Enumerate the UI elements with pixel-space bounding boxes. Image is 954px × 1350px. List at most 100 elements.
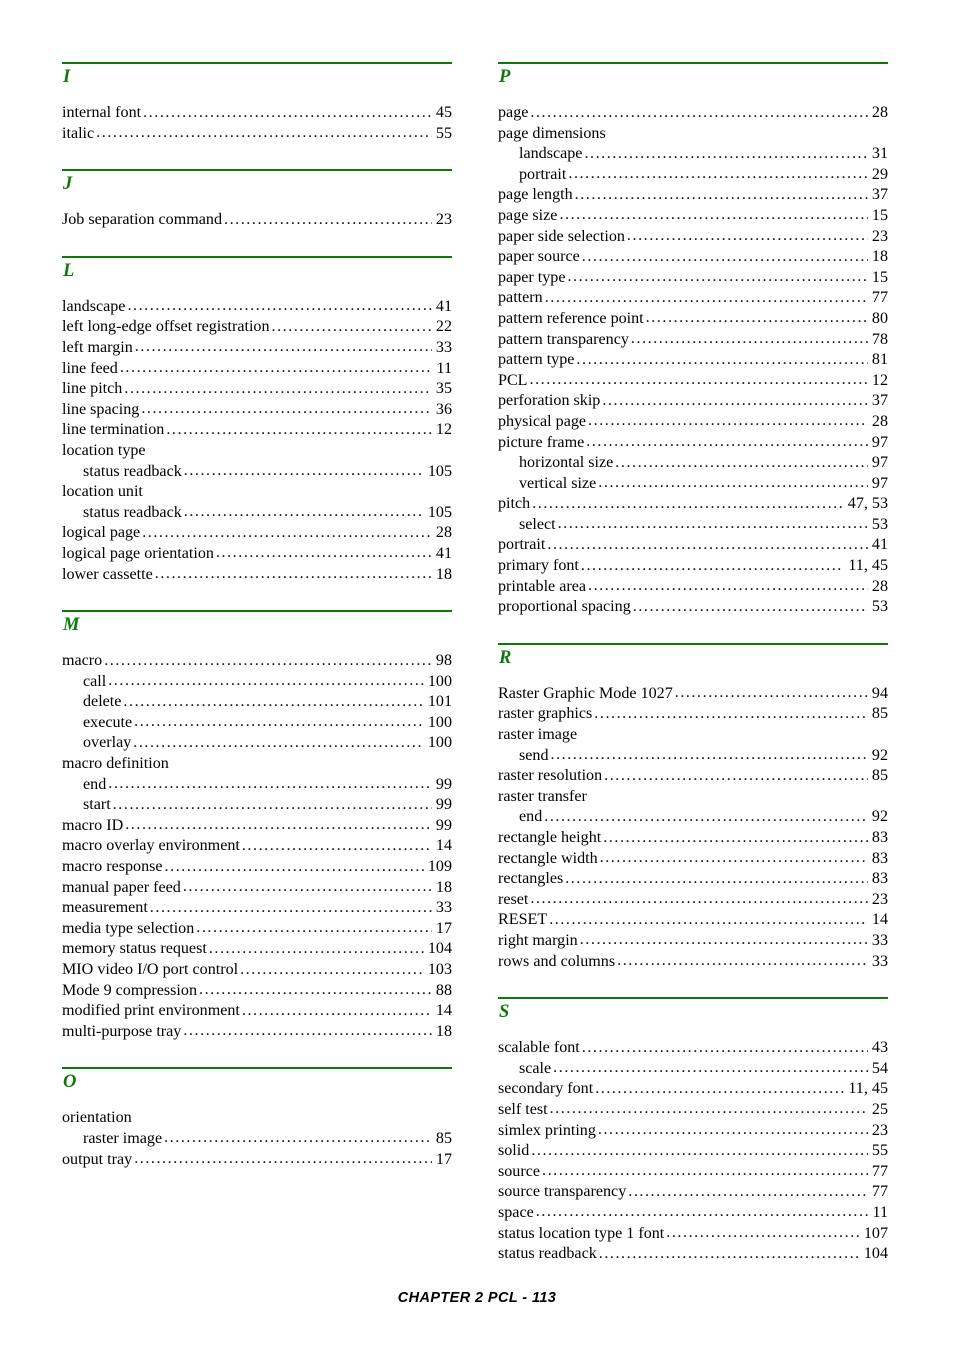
index-entry[interactable]: overlay 100 [62, 733, 452, 754]
index-entry[interactable]: status location type 1 font 107 [498, 1224, 888, 1245]
index-entry[interactable]: rectangles 83 [498, 869, 888, 890]
index-entry[interactable]: macro 98 [62, 651, 452, 672]
index-entry[interactable]: page size 15 [498, 206, 888, 227]
index-entry[interactable]: primary font 11, 45 [498, 556, 888, 577]
index-entry[interactable]: secondary font 11, 45 [498, 1079, 888, 1100]
index-entry[interactable]: macro ID 99 [62, 816, 452, 837]
index-entry-page-number: 11, 45 [848, 1080, 888, 1098]
index-entry[interactable]: source transparency 77 [498, 1182, 888, 1203]
dot-leader [134, 1149, 432, 1170]
index-entry[interactable]: landscape 31 [498, 144, 888, 165]
index-entry[interactable]: media type selection 17 [62, 919, 452, 940]
index-entry[interactable]: page dimensions [498, 124, 888, 145]
index-entry[interactable]: space 11 [498, 1203, 888, 1224]
index-entry[interactable]: Mode 9 compression 88 [62, 981, 452, 1002]
index-entry-list: Job separation command 23 [62, 210, 452, 231]
index-entry[interactable]: pitch 47, 53 [498, 494, 888, 515]
index-entry[interactable]: raster resolution 85 [498, 766, 888, 787]
index-entry[interactable]: pattern type 81 [498, 350, 888, 371]
index-entry[interactable]: Raster Graphic Mode 1027 94 [498, 684, 888, 705]
index-entry[interactable]: printable area 28 [498, 577, 888, 598]
index-entry[interactable]: rectangle height 83 [498, 828, 888, 849]
index-entry[interactable]: PCL 12 [498, 371, 888, 392]
index-entry[interactable]: select 53 [498, 515, 888, 536]
index-entry[interactable]: portrait 41 [498, 535, 888, 556]
index-entry[interactable]: line spacing 36 [62, 400, 452, 421]
index-entry[interactable]: perforation skip 37 [498, 391, 888, 412]
index-entry[interactable]: line feed 11 [62, 359, 452, 380]
index-entry-label: logical page [62, 524, 141, 542]
index-entry[interactable]: reset 23 [498, 890, 888, 911]
index-entry[interactable]: paper source 18 [498, 247, 888, 268]
dot-leader [584, 144, 867, 165]
index-entry[interactable]: RESET 14 [498, 910, 888, 931]
index-entry[interactable]: status readback 105 [62, 462, 452, 483]
index-entry-label: macro response [62, 858, 163, 876]
dot-leader [224, 210, 432, 231]
index-entry[interactable]: paper type 15 [498, 268, 888, 289]
index-entry[interactable]: vertical size 97 [498, 474, 888, 495]
index-entry[interactable]: left margin 33 [62, 338, 452, 359]
section-letter-heading: P [499, 67, 511, 87]
index-entry[interactable]: start 99 [62, 795, 452, 816]
index-entry[interactable]: logical page orientation 41 [62, 544, 452, 565]
index-entry[interactable]: logical page 28 [62, 523, 452, 544]
index-entry[interactable]: orientation [62, 1108, 452, 1129]
index-entry[interactable]: end 99 [62, 775, 452, 796]
index-entry[interactable]: Job separation command 23 [62, 210, 452, 231]
index-entry[interactable]: internal font 45 [62, 103, 452, 124]
index-entry[interactable]: horizontal size 97 [498, 453, 888, 474]
index-entry[interactable]: scale 54 [498, 1059, 888, 1080]
index-entry[interactable]: multi-purpose tray 18 [62, 1022, 452, 1043]
index-entry[interactable]: raster image 85 [62, 1129, 452, 1150]
index-entry[interactable]: raster transfer [498, 787, 888, 808]
index-entry[interactable]: rectangle width 83 [498, 849, 888, 870]
index-entry[interactable]: delete 101 [62, 692, 452, 713]
index-entry[interactable]: page 28 [498, 103, 888, 124]
index-entry[interactable]: macro response 109 [62, 857, 452, 878]
index-entry[interactable]: send 92 [498, 746, 888, 767]
index-entry[interactable]: raster graphics 85 [498, 704, 888, 725]
index-entry-label: raster image [498, 726, 578, 744]
index-entry[interactable]: source 77 [498, 1162, 888, 1183]
index-entry[interactable]: memory status request 104 [62, 939, 452, 960]
index-entry[interactable]: italic 55 [62, 124, 452, 145]
index-entry[interactable]: macro overlay environment 14 [62, 836, 452, 857]
index-entry[interactable]: left long-edge offset registration 22 [62, 317, 452, 338]
index-entry[interactable]: line pitch 35 [62, 379, 452, 400]
index-entry[interactable]: right margin 33 [498, 931, 888, 952]
index-entry[interactable]: scalable font 43 [498, 1038, 888, 1059]
index-entry[interactable]: output tray 17 [62, 1150, 452, 1171]
index-entry[interactable]: status readback 105 [62, 503, 452, 524]
index-entry[interactable]: proportional spacing 53 [498, 597, 888, 618]
index-entry[interactable]: pattern 77 [498, 288, 888, 309]
index-entry[interactable]: pattern reference point 80 [498, 309, 888, 330]
index-entry[interactable]: lower cassette 18 [62, 565, 452, 586]
index-entry[interactable]: call 100 [62, 672, 452, 693]
index-entry[interactable]: status readback 104 [498, 1244, 888, 1265]
index-entry[interactable]: simlex printing 23 [498, 1121, 888, 1142]
index-entry[interactable]: landscape 41 [62, 297, 452, 318]
index-entry[interactable]: location type [62, 441, 452, 462]
index-entry[interactable]: line termination 12 [62, 420, 452, 441]
index-entry[interactable]: modified print environment 14 [62, 1001, 452, 1022]
index-entry-page-number: 15 [871, 206, 888, 224]
index-entry[interactable]: location unit [62, 482, 452, 503]
index-entry[interactable]: picture frame 97 [498, 433, 888, 454]
index-entry[interactable]: physical page 28 [498, 412, 888, 433]
index-entry[interactable]: execute 100 [62, 713, 452, 734]
dot-leader [582, 247, 868, 268]
index-entry[interactable]: rows and columns 33 [498, 952, 888, 973]
index-entry[interactable]: measurement 33 [62, 898, 452, 919]
index-entry[interactable]: raster image [498, 725, 888, 746]
index-entry[interactable]: portrait 29 [498, 165, 888, 186]
index-entry[interactable]: solid 55 [498, 1141, 888, 1162]
index-entry[interactable]: macro definition [62, 754, 452, 775]
index-entry[interactable]: manual paper feed 18 [62, 878, 452, 899]
index-entry[interactable]: self test 25 [498, 1100, 888, 1121]
index-entry[interactable]: end 92 [498, 807, 888, 828]
index-entry[interactable]: paper side selection 23 [498, 227, 888, 248]
index-entry[interactable]: page length 37 [498, 185, 888, 206]
index-entry[interactable]: pattern transparency 78 [498, 330, 888, 351]
index-entry[interactable]: MIO video I/O port control 103 [62, 960, 452, 981]
